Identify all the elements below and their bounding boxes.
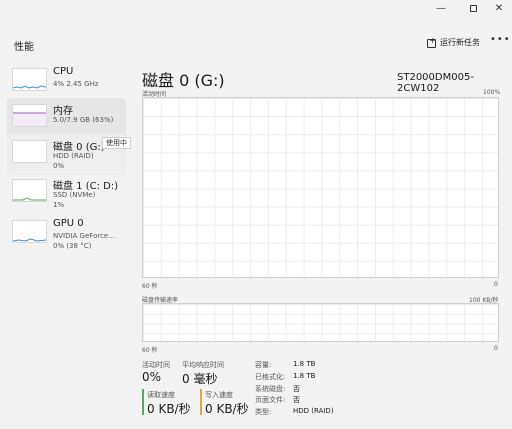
formatted-value: 1.8 TB (293, 372, 316, 380)
transfer-rate-chart (142, 303, 499, 342)
sidebar-item-detail: SSD (NVMe) 1% (53, 191, 96, 209)
type-label: 类型: (255, 408, 272, 416)
cpu-mini-chart (12, 85, 47, 89)
more-options-button[interactable]: ••• (490, 34, 511, 45)
minimize-button[interactable]: — (426, 0, 456, 16)
sidebar-item-disk-1[interactable]: 磁盘 1 (C: D:) SSD (NVMe) 1% (7, 173, 126, 214)
disk-title: 磁盘 0 (G:) (142, 71, 225, 90)
read-speed-label: 读取速度 (147, 391, 175, 399)
task-manager-window: — ✕ 性能 运行新任务 ••• CPU 4% 2.45 GHz 内存 5.0/… (0, 0, 512, 429)
formatted-label: 已格式化: (255, 373, 286, 381)
close-button[interactable]: ✕ (484, 0, 512, 16)
sidebar-item-label: CPU (53, 66, 74, 77)
type-value: HDD (RAID) (293, 407, 334, 415)
sidebar-item-detail: HDD (RAID) 0% (53, 152, 94, 170)
system-disk-label: 系统磁盘: (255, 385, 286, 393)
run-new-task-button[interactable]: 运行新任务 (427, 36, 480, 48)
memory-thumbnail-graph (12, 104, 47, 127)
run-task-icon (427, 36, 436, 48)
disk1-mini-chart (13, 197, 46, 201)
page-file-label: 页面文件: (255, 396, 286, 404)
chart1-time-label: 60 秒 (142, 283, 158, 290)
write-speed-label: 写入速度 (205, 391, 233, 399)
chart2-time-label: 60 秒 (142, 347, 158, 354)
sidebar-item-detail: NVIDIA GeForce… 0% (38 °C) (53, 232, 116, 250)
in-use-tooltip: 使用中 (102, 137, 131, 149)
run-task-label: 运行新任务 (440, 38, 480, 47)
sidebar-item-detail: 5.0/7.9 GB (63%) (53, 116, 114, 124)
capacity-value: 1.8 TB (293, 360, 316, 368)
read-speed-indicator (142, 389, 144, 415)
memory-mini-chart (13, 112, 46, 126)
chart1-min-label: 0 (494, 281, 498, 288)
write-speed-indicator (200, 389, 202, 415)
active-time-chart (142, 97, 499, 278)
sidebar-item-detail: 4% 2.45 GHz (53, 80, 99, 88)
page-file-value: 否 (293, 396, 300, 404)
chart2-min-label: 0 (494, 345, 498, 352)
avg-response-value: 0 毫秒 (182, 372, 218, 386)
maximize-icon (469, 4, 477, 12)
capacity-label: 容量: (255, 361, 272, 369)
close-icon: ✕ (494, 2, 504, 14)
gpu-mini-chart (12, 238, 47, 242)
page-header: 性能 运行新任务 ••• (0, 30, 512, 58)
system-disk-value: 否 (293, 385, 300, 393)
disk0-thumbnail-graph (12, 140, 47, 163)
sidebar-item-label: GPU 0 (53, 218, 84, 229)
sidebar-item-memory[interactable]: 内存 5.0/7.9 GB (63%) (7, 98, 126, 139)
minimize-icon: — (436, 2, 446, 14)
sidebar-item-gpu-0[interactable]: GPU 0 NVIDIA GeForce… 0% (38 °C) (7, 214, 126, 255)
write-speed-value: 0 KB/秒 (205, 402, 249, 416)
read-speed-value: 0 KB/秒 (147, 402, 191, 416)
sidebar-item-cpu[interactable]: CPU 4% 2.45 GHz (7, 62, 126, 103)
title-bar: — ✕ (0, 0, 512, 16)
avg-response-label: 平均响应时间 (182, 361, 224, 369)
page-title: 性能 (14, 42, 34, 53)
active-time-label: 活动时间 (142, 361, 170, 369)
cpu-thumbnail-graph (12, 68, 47, 91)
chart1-max-label: 100% (483, 89, 501, 96)
disk1-thumbnail-graph (12, 179, 47, 202)
performance-sidebar: CPU 4% 2.45 GHz 内存 5.0/7.9 GB (63%) 磁盘 0… (7, 62, 131, 429)
gpu-thumbnail-graph (12, 220, 47, 243)
active-time-value: 0% (142, 370, 162, 384)
